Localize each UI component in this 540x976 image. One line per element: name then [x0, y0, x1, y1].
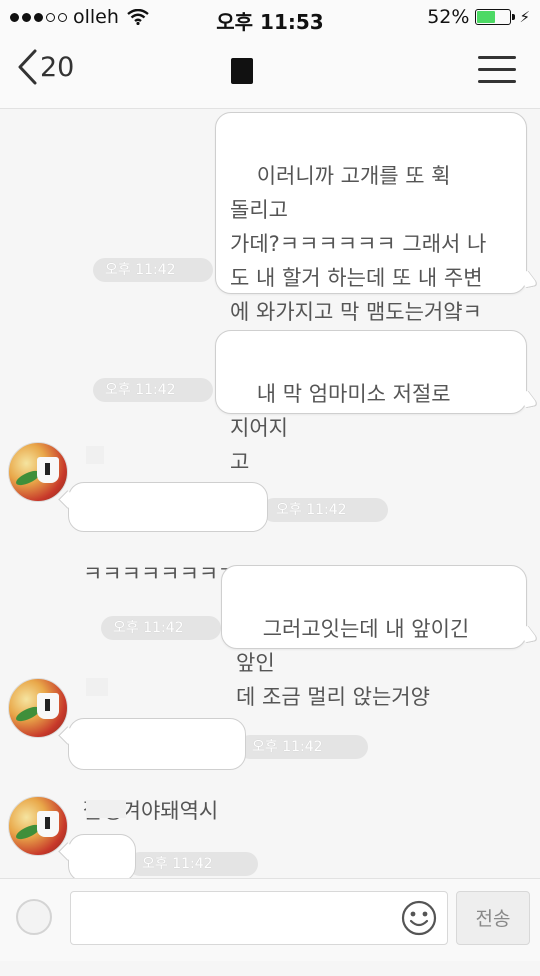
chat-header: 20: [0, 36, 540, 109]
incoming-message: ㅋㅋㅋㅋㅋㅋㅋㄲ: [68, 482, 268, 586]
outgoing-message: 이러니까 고개를 또 휙 돌리고 가데?ㅋㅋㅋㅋㅋㅋ 그래서 나 도 내 할거 …: [215, 112, 527, 358]
chat-title-redacted: [231, 58, 253, 84]
message-time: 오후 11:42: [238, 735, 368, 759]
incoming-message: 잘생겨야돼역시: [68, 718, 246, 823]
menu-button[interactable]: [478, 54, 516, 86]
message-time: 오후 11:42: [93, 258, 213, 282]
status-bar: olleh 오후 11:53 52% ⚡: [0, 0, 540, 36]
attach-button[interactable]: [16, 899, 52, 935]
status-right: 52% ⚡: [427, 6, 530, 28]
chevron-left-icon: [18, 49, 37, 85]
sender-avatar[interactable]: [8, 796, 68, 856]
outgoing-message: 내 막 엄마미소 저절로 지어지 고: [215, 330, 527, 474]
emoji-icon[interactable]: [400, 899, 438, 937]
sender-name-redacted: [86, 678, 108, 696]
sender-name-redacted: [86, 446, 104, 464]
message-composer: 전송: [0, 878, 540, 961]
send-button[interactable]: 전송: [456, 891, 530, 945]
message-time: 오후 11:42: [128, 852, 258, 876]
battery-percent: 52%: [427, 6, 470, 28]
battery-icon: [475, 9, 516, 25]
outgoing-message: 그러고잇는데 내 앞이긴 앞인 데 조금 멀리 앉는거양: [221, 565, 527, 709]
back-button[interactable]: 20: [16, 48, 74, 86]
message-time: 오후 11:42: [262, 498, 388, 522]
message-time: 오후 11:42: [101, 616, 221, 640]
incoming-message: 잉잉: [68, 834, 136, 937]
sender-avatar[interactable]: [8, 678, 68, 738]
message-input[interactable]: [70, 891, 448, 945]
sender-name-redacted: [86, 800, 126, 818]
message-time: 오후 11:42: [93, 378, 213, 402]
unread-count: 20: [40, 51, 75, 83]
charging-icon: ⚡: [519, 8, 530, 26]
sender-avatar[interactable]: [8, 442, 68, 502]
